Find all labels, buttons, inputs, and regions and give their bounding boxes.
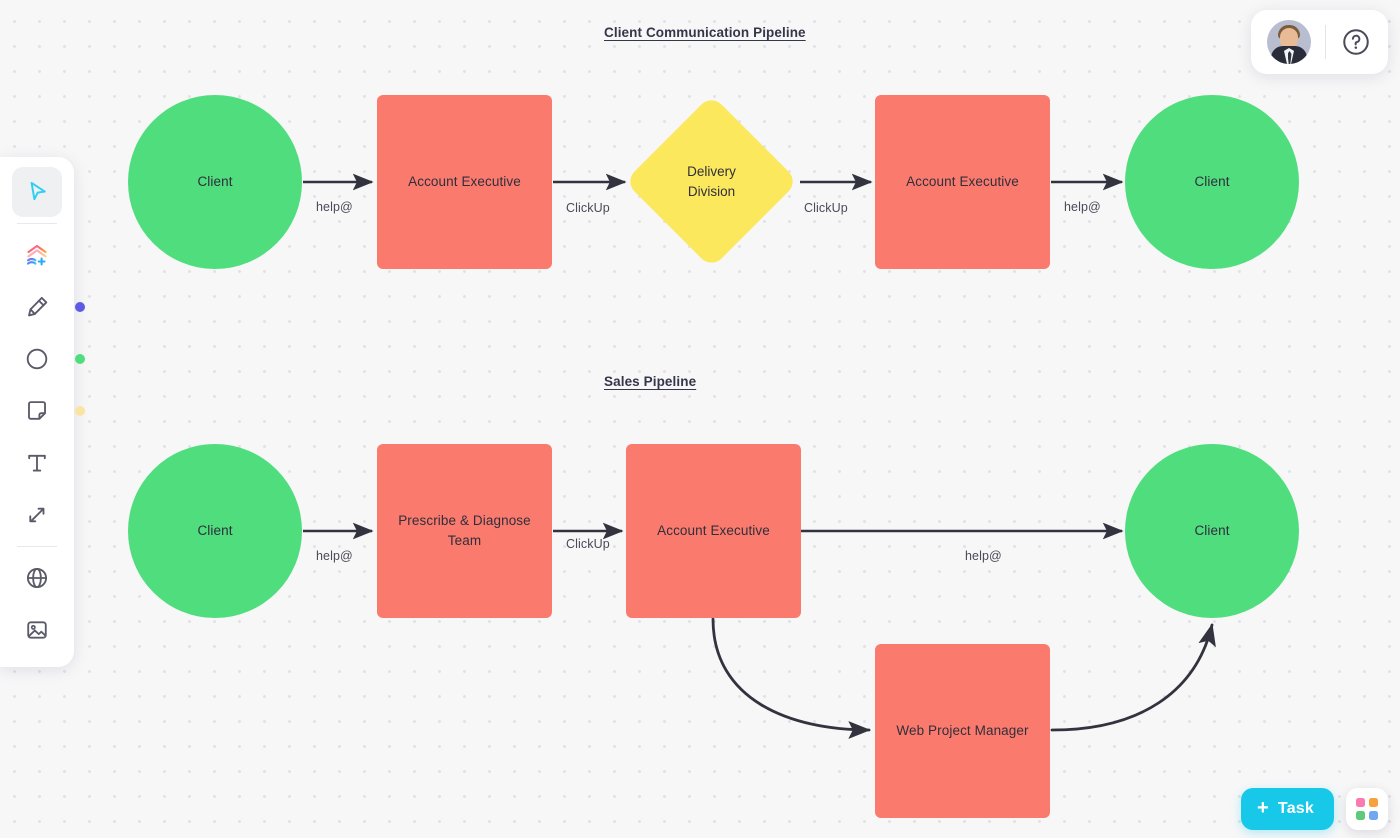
node-label-wrap: Prescribe & Diagnose Team (398, 511, 531, 550)
node-client-4[interactable]: Client (1125, 444, 1299, 618)
text-icon (28, 454, 46, 472)
node-label: Client (197, 523, 233, 539)
apps-grid-button[interactable] (1346, 788, 1388, 830)
node-client-3[interactable]: Client (128, 444, 302, 618)
add-task-label: Task (1277, 800, 1314, 817)
topbar-right (1251, 10, 1388, 74)
topbar-divider (1325, 25, 1326, 59)
pen-color-dot[interactable] (75, 302, 85, 312)
edge-label-clickup-2: ClickUp (804, 201, 848, 215)
app-square-pink (1356, 798, 1365, 807)
node-label: Web Project Manager (896, 723, 1029, 739)
note-color-dot[interactable] (75, 406, 85, 416)
shapes-tool[interactable] (12, 230, 62, 280)
node-label-line2: Division (687, 183, 736, 199)
avatar[interactable] (1267, 20, 1311, 64)
node-label: Client (1194, 174, 1230, 190)
node-account-executive-2[interactable]: Account Executive (875, 95, 1050, 269)
connector-tool[interactable] (12, 490, 62, 540)
node-delivery-division[interactable]: Delivery Division (624, 94, 799, 269)
node-label: Account Executive (906, 174, 1019, 190)
image-tool[interactable] (12, 605, 62, 655)
plus-icon: + (1257, 797, 1269, 819)
node-label-wrap: Delivery Division (650, 120, 773, 243)
node-label: Client (197, 174, 233, 190)
node-label: Client (1194, 523, 1230, 539)
bottom-right-actions: + Task (1241, 788, 1388, 830)
cursor-icon (30, 181, 46, 201)
node-label-line2: Team (447, 533, 482, 548)
node-account-executive-1[interactable]: Account Executive (377, 95, 552, 269)
toolbar-divider-top (17, 223, 57, 224)
node-web-project-manager[interactable]: Web Project Manager (875, 644, 1050, 818)
edge-label-help-1: help@ (316, 200, 353, 214)
app-square-orange (1369, 798, 1378, 807)
edge-label-clickup-3: ClickUp (566, 537, 610, 551)
node-client-2[interactable]: Client (1125, 95, 1299, 269)
globe-icon (26, 567, 48, 589)
select-tool[interactable] (12, 167, 62, 217)
node-label: Account Executive (408, 174, 521, 190)
node-client-1[interactable]: Client (128, 95, 302, 269)
pen-tool[interactable] (12, 282, 85, 332)
shape-color-dot[interactable] (75, 354, 85, 364)
node-label-line1: Delivery (687, 163, 736, 179)
image-icon (27, 621, 47, 639)
add-shape-icon (26, 244, 47, 266)
edge-label-clickup-1: ClickUp (566, 201, 610, 215)
node-label: Account Executive (657, 523, 770, 539)
pen-icon (28, 296, 48, 317)
whiteboard-canvas[interactable]: Client Communication Pipeline Sales Pipe… (0, 0, 1400, 838)
help-button[interactable] (1340, 26, 1372, 58)
circle-icon (26, 348, 48, 370)
sticky-note-icon (28, 401, 46, 420)
app-square-green (1356, 811, 1365, 820)
app-square-blue (1369, 811, 1378, 820)
section-title-client-communication-pipeline: Client Communication Pipeline (604, 25, 806, 40)
section-title-sales-pipeline: Sales Pipeline (604, 374, 697, 389)
note-tool[interactable] (12, 386, 85, 436)
node-account-executive-3[interactable]: Account Executive (626, 444, 801, 618)
node-prescribe-diagnose-team[interactable]: Prescribe & Diagnose Team (377, 444, 552, 618)
embed-tool[interactable] (12, 553, 62, 603)
connector-icon (29, 507, 45, 523)
edge-label-help-3: help@ (316, 549, 353, 563)
add-task-button[interactable]: + Task (1241, 788, 1334, 830)
text-tool[interactable] (12, 438, 62, 488)
help-circle-icon (1343, 29, 1369, 55)
edge-label-help-4: help@ (965, 549, 1002, 563)
node-label-line1: Prescribe & Diagnose (398, 513, 531, 529)
left-toolbar[interactable] (0, 157, 85, 667)
edge-label-help-2: help@ (1064, 200, 1101, 214)
toolbar-divider-bottom (17, 546, 57, 547)
diagram-layer: Client Communication Pipeline Sales Pipe… (0, 0, 1400, 838)
circle-tool[interactable] (12, 334, 85, 384)
